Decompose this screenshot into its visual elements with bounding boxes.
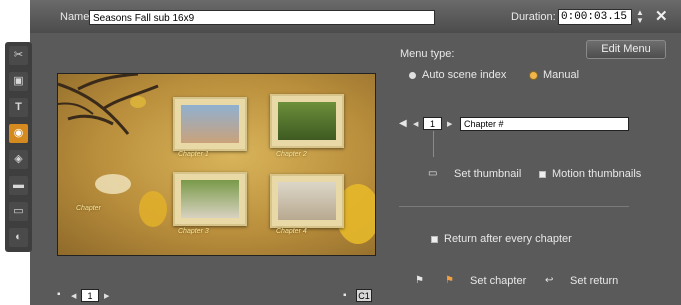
section-divider xyxy=(399,206,629,207)
page-number-field[interactable]: 1 xyxy=(81,289,99,302)
chapter-thumbnail-4[interactable] xyxy=(270,174,344,228)
chapter-prev-icon[interactable]: ◀ xyxy=(413,120,418,128)
tool-sidebar: ✂ ▣ T ◉ ◈ ▬ ▭ ◐ xyxy=(5,42,32,252)
auto-scene-index-radio[interactable] xyxy=(409,72,416,79)
chapter-thumbnail-1[interactable] xyxy=(173,97,247,151)
chapter-caption: Chapter 3 xyxy=(178,228,209,235)
duration-field[interactable]: 0:00:03.15 xyxy=(558,9,632,25)
thumbnail-image xyxy=(278,182,336,220)
menu-type-label: Menu type: xyxy=(400,48,455,60)
text-icon[interactable]: T xyxy=(9,98,28,117)
motion-thumbnails-label: Motion thumbnails xyxy=(552,168,642,180)
chapter-next-icon[interactable]: ▶ xyxy=(447,120,452,128)
set-thumbnail-icon[interactable]: ▭ xyxy=(428,169,437,179)
duration-label: Duration: xyxy=(511,11,556,23)
return-after-chapter-label: Return after every chapter xyxy=(444,233,572,245)
motion-thumbnails-checkbox[interactable] xyxy=(539,171,546,178)
thumbnail-image xyxy=(278,102,336,140)
return-arrow-icon[interactable]: ↩ xyxy=(545,276,553,286)
safe-area-icon[interactable]: ▪ xyxy=(343,291,347,301)
name-field[interactable]: Seasons Fall sub 16x9 xyxy=(89,10,435,25)
connector-line xyxy=(433,131,434,157)
manual-label: Manual xyxy=(543,69,580,81)
set-chapter-icon[interactable]: ⚑ xyxy=(445,276,454,286)
chapter-thumbnail-3[interactable] xyxy=(173,172,247,226)
chapter-caption: Chapter 1 xyxy=(178,151,209,158)
frame-icon[interactable]: ▭ xyxy=(9,202,28,221)
set-thumbnail-button[interactable]: Set thumbnail xyxy=(454,168,521,180)
clapper-icon[interactable]: ▬ xyxy=(9,176,28,195)
flag-icon[interactable]: ⚑ xyxy=(415,276,424,286)
duration-spinner[interactable]: ▲ ▼ xyxy=(635,9,645,26)
chapter-caption-left: Chapter xyxy=(76,205,101,212)
chapter-caption: Chapter 4 xyxy=(276,228,307,235)
page-prev-icon[interactable]: ◀ xyxy=(71,292,76,300)
edit-menu-button[interactable]: Edit Menu xyxy=(586,40,666,59)
thumbnail-image xyxy=(181,105,239,143)
manual-radio[interactable] xyxy=(530,72,537,79)
menu-preview[interactable]: Chapter 1 Chapter 2 Chapter 3 Chapter 4 … xyxy=(57,73,376,256)
chapter-number-field[interactable]: 1 xyxy=(423,117,442,130)
page-icon: ▪ xyxy=(57,289,61,300)
set-return-button[interactable]: Set return xyxy=(570,275,618,287)
chapter-thumbnail-2[interactable] xyxy=(270,94,344,148)
audio-icon[interactable]: ◐ xyxy=(9,228,28,247)
set-chapter-button[interactable]: Set chapter xyxy=(470,275,526,287)
c1-badge[interactable]: C1 xyxy=(356,289,372,302)
close-icon[interactable]: ✕ xyxy=(655,7,668,25)
return-after-chapter-checkbox[interactable] xyxy=(431,236,438,243)
chapter-caption: Chapter 2 xyxy=(276,151,307,158)
disc-menu-icon[interactable]: ◉ xyxy=(9,124,28,143)
name-label: Name: xyxy=(60,11,93,23)
scissors-icon[interactable]: ✂ xyxy=(9,46,28,65)
chapter-name-field[interactable]: Chapter # xyxy=(460,117,629,131)
page-next-icon[interactable]: ▶ xyxy=(104,292,109,300)
spinner-down-icon[interactable]: ▼ xyxy=(635,17,645,25)
thumbnail-image xyxy=(181,180,239,218)
auto-scene-index-label: Auto scene index xyxy=(422,69,507,81)
speaker-icon[interactable]: ◀ xyxy=(399,119,407,129)
camera-icon[interactable]: ◈ xyxy=(9,150,28,169)
image-icon[interactable]: ▣ xyxy=(9,72,28,91)
